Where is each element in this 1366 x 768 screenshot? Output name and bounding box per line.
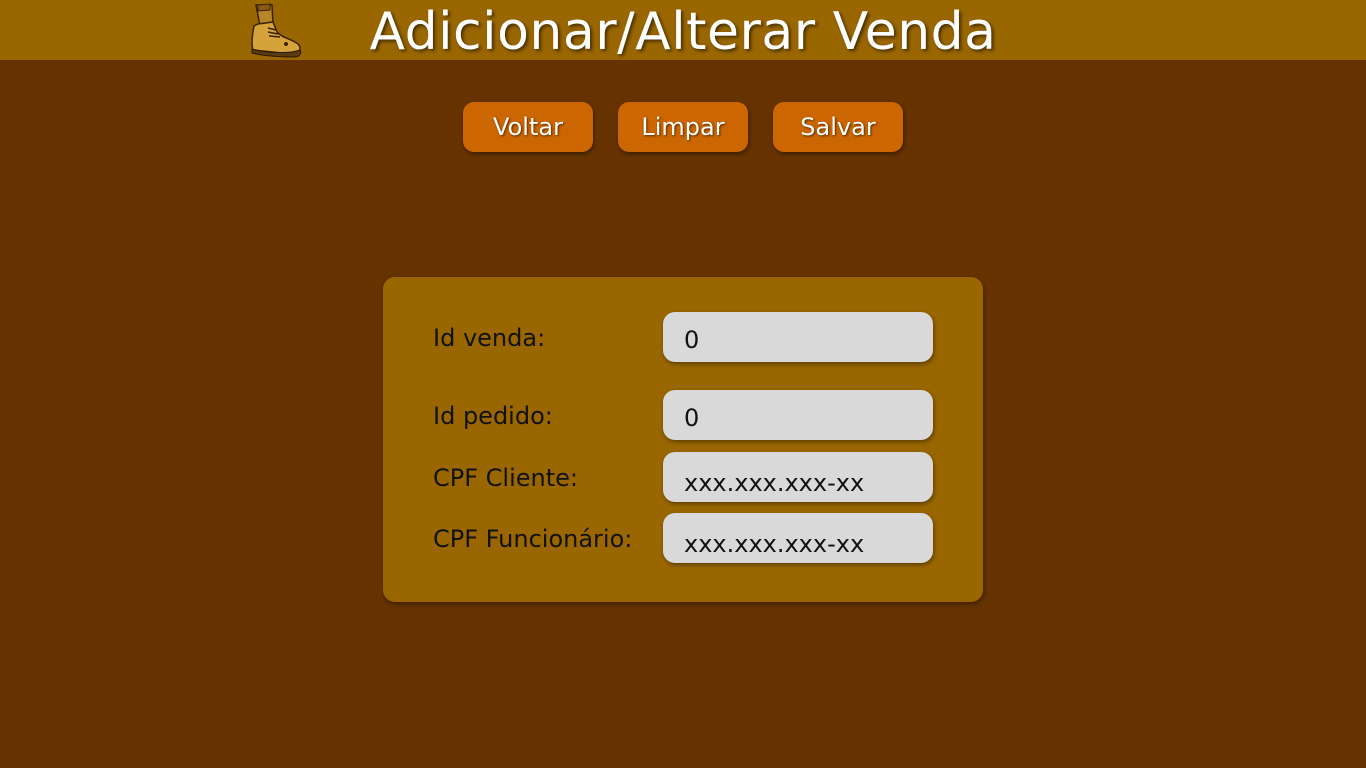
save-button[interactable]: Salvar bbox=[773, 102, 903, 152]
header-bar: Adicionar/Alterar Venda bbox=[0, 0, 1366, 62]
page-title: Adicionar/Alterar Venda bbox=[369, 2, 997, 62]
sale-form-panel: Id venda: Id pedido: CPF Cliente: CPF Fu… bbox=[383, 277, 983, 602]
cpf-funcionario-label: CPF Funcionário: bbox=[433, 525, 633, 553]
cpf-cliente-label: CPF Cliente: bbox=[433, 464, 578, 492]
id-venda-label: Id venda: bbox=[433, 324, 546, 352]
clear-button[interactable]: Limpar bbox=[618, 102, 748, 152]
id-pedido-input[interactable] bbox=[663, 390, 933, 440]
cpf-cliente-input[interactable] bbox=[663, 452, 933, 502]
cpf-funcionario-input[interactable] bbox=[663, 513, 933, 563]
back-button[interactable]: Voltar bbox=[463, 102, 593, 152]
id-pedido-label: Id pedido: bbox=[433, 402, 553, 430]
id-venda-input[interactable] bbox=[663, 312, 933, 362]
